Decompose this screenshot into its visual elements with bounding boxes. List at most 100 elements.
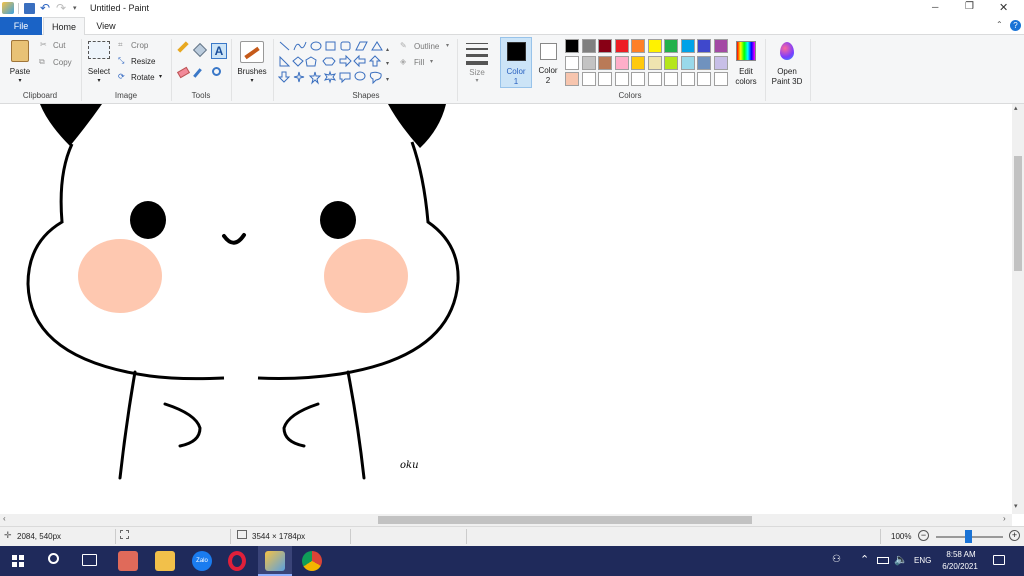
outline-button[interactable]: Outline <box>414 42 439 51</box>
palette-swatch[interactable] <box>713 55 728 70</box>
shapes-gallery[interactable]: ▴ ▾ ▾ <box>278 39 390 87</box>
palette-swatch[interactable] <box>614 72 629 86</box>
palette-swatch[interactable] <box>713 72 728 86</box>
fill-button[interactable]: Fill <box>414 58 424 67</box>
drawing-canvas[interactable]: oku <box>0 104 1012 514</box>
clock-date[interactable]: 6/20/2021 <box>938 562 982 571</box>
paint-app-icon[interactable] <box>2 2 14 14</box>
task-view-icon[interactable] <box>82 554 97 566</box>
snipping-tool-icon[interactable] <box>118 551 138 571</box>
select-button[interactable]: Select ▾ <box>85 37 113 85</box>
palette-swatch[interactable] <box>713 39 728 53</box>
pencil-icon[interactable] <box>177 41 189 53</box>
palette-swatch[interactable] <box>565 39 579 53</box>
tab-home[interactable]: Home <box>43 17 85 36</box>
color-picker-icon[interactable] <box>193 68 202 78</box>
palette-swatch[interactable] <box>581 39 596 53</box>
eraser-icon[interactable] <box>176 66 191 79</box>
color1-swatch <box>507 42 526 61</box>
help-icon[interactable]: ? <box>1010 20 1021 31</box>
tab-view[interactable]: View <box>88 17 124 35</box>
horizontal-scroll-thumb[interactable] <box>378 516 752 524</box>
color2-button[interactable]: Color 2 <box>534 37 562 88</box>
palette-swatch[interactable] <box>697 39 711 53</box>
canvas-size: 3544 × 1784px <box>252 532 306 541</box>
palette-swatch[interactable] <box>581 55 596 70</box>
vertical-scroll-thumb[interactable] <box>1014 156 1022 271</box>
rotate-button[interactable]: Rotate <box>131 73 155 82</box>
scroll-left-icon[interactable]: ‹ <box>3 514 6 523</box>
copy-button[interactable]: Copy <box>53 58 72 67</box>
notifications-icon[interactable] <box>993 555 1005 565</box>
outline-dropdown-icon[interactable]: ▾ <box>446 42 449 49</box>
palette-swatch[interactable] <box>565 72 579 86</box>
scroll-right-icon[interactable]: › <box>1003 514 1006 523</box>
scroll-up-icon[interactable]: ▴ <box>1014 104 1018 112</box>
zalo-icon[interactable]: Zalo <box>192 551 212 571</box>
zoom-slider-thumb[interactable] <box>965 530 972 543</box>
palette-swatch[interactable] <box>664 72 678 86</box>
opera-icon[interactable] <box>228 551 246 571</box>
rotate-dropdown-icon[interactable]: ▾ <box>159 73 162 80</box>
palette-swatch[interactable] <box>664 55 678 70</box>
close-button[interactable]: ✕ <box>999 1 1008 14</box>
battery-icon[interactable] <box>877 557 889 564</box>
text-tool-icon[interactable]: A <box>211 43 227 59</box>
palette-swatch[interactable] <box>598 55 612 70</box>
tab-file[interactable]: File <box>0 17 42 35</box>
palette-swatch[interactable] <box>647 39 662 53</box>
volume-icon[interactable]: 🔈 <box>894 553 908 566</box>
clock-time[interactable]: 8:58 AM <box>943 550 979 559</box>
color1-button[interactable]: Color 1 <box>500 37 532 88</box>
palette-swatch[interactable] <box>631 55 645 70</box>
palette-swatch[interactable] <box>680 72 695 86</box>
people-icon[interactable]: ⚇ <box>832 554 841 565</box>
language-indicator[interactable]: ENG <box>914 556 931 565</box>
palette-swatch[interactable] <box>614 39 629 53</box>
zoom-out-button[interactable]: − <box>918 530 929 541</box>
search-icon[interactable] <box>48 553 59 564</box>
size-button[interactable]: Size ▾ <box>462 37 492 85</box>
minimize-button[interactable]: ─ <box>932 2 938 12</box>
edit-colors-button[interactable]: Edit colors <box>730 37 762 87</box>
palette-swatch[interactable] <box>697 55 711 70</box>
resize-button[interactable]: Resize <box>131 57 155 66</box>
open-paint3d-button[interactable]: Open Paint 3D <box>768 37 806 87</box>
palette-swatch[interactable] <box>598 72 612 86</box>
fill-dropdown-icon[interactable]: ▾ <box>430 58 433 65</box>
zoom-in-button[interactable]: + <box>1009 530 1020 541</box>
brushes-button[interactable]: Brushes ▾ <box>234 37 270 85</box>
file-explorer-icon[interactable] <box>155 551 175 571</box>
magnifier-icon[interactable] <box>212 67 221 76</box>
chrome-icon[interactable] <box>302 551 322 571</box>
undo-icon[interactable]: ↶ <box>40 1 50 15</box>
save-icon[interactable] <box>24 3 35 14</box>
customize-quick-access-icon[interactable]: ▾ <box>73 4 77 12</box>
paste-button[interactable]: Paste ▾ <box>4 37 36 85</box>
palette-swatch[interactable] <box>680 55 695 70</box>
restore-button[interactable]: ❐ <box>965 1 974 12</box>
vertical-scrollbar[interactable]: ▴ ▾ <box>1012 104 1024 514</box>
palette-swatch[interactable] <box>631 39 645 53</box>
palette-swatch[interactable] <box>565 55 579 70</box>
scroll-down-icon[interactable]: ▾ <box>1014 502 1018 510</box>
palette-swatch[interactable] <box>680 39 695 53</box>
show-hidden-icons[interactable]: ⌃ <box>860 553 869 566</box>
palette-swatch[interactable] <box>614 55 629 70</box>
palette-swatch[interactable] <box>647 72 662 86</box>
crop-button[interactable]: Crop <box>131 41 148 50</box>
palette-swatch[interactable] <box>581 72 596 86</box>
paint-taskbar-icon[interactable] <box>265 551 285 571</box>
palette-swatch[interactable] <box>697 72 711 86</box>
palette-swatch[interactable] <box>647 55 662 70</box>
fill-bucket-icon[interactable] <box>192 42 208 58</box>
windows-start-icon[interactable] <box>12 555 24 567</box>
redo-icon[interactable]: ↷ <box>56 1 66 15</box>
horizontal-scrollbar[interactable]: ‹ › <box>0 514 1012 526</box>
cut-button[interactable]: Cut <box>53 41 65 50</box>
collapse-ribbon-icon[interactable]: ⌃ <box>996 20 1003 29</box>
palette-swatch[interactable] <box>631 72 645 86</box>
palette-swatch[interactable] <box>664 39 678 53</box>
panda-drawing <box>26 104 460 480</box>
palette-swatch[interactable] <box>598 39 612 53</box>
